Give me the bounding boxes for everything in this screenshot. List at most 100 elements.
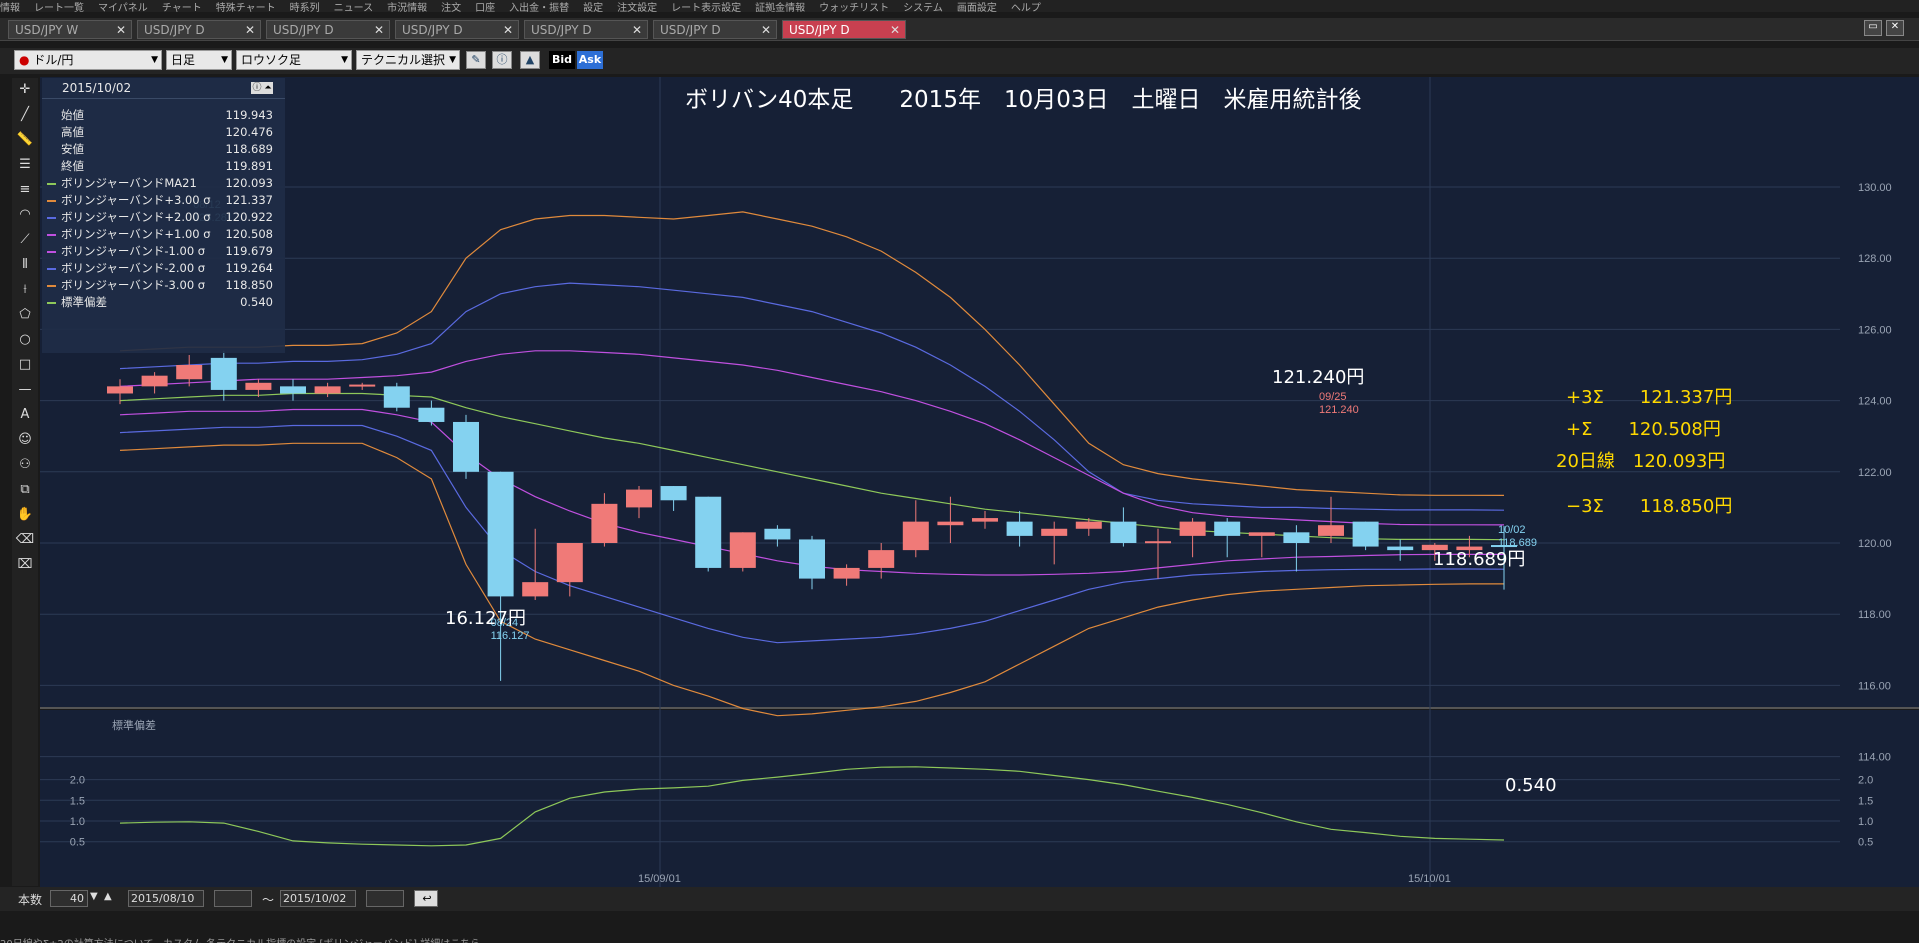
- info-row: ボリンジャーバンド-1.00 σ 119.679: [42, 243, 285, 260]
- chart-tab[interactable]: USD/JPY D ✕: [266, 20, 390, 39]
- candle-body: [522, 582, 549, 597]
- vertical-lines-icon[interactable]: ⦀: [14, 254, 36, 276]
- crosshair-icon[interactable]: ✛: [14, 79, 36, 101]
- chevron-down-icon: ▼: [221, 55, 228, 65]
- info-label: ボリンジャーバンド+1.00 σ: [61, 227, 211, 241]
- hand-icon[interactable]: ✋: [14, 504, 36, 526]
- ohlc-info-panel: 2015/10/02 ⓘ ⏶ 始値 119.943 高値 120.476 安値 118.6…: [42, 78, 285, 353]
- menu-item[interactable]: レート表示設定: [671, 4, 741, 13]
- ruler-icon[interactable]: 📏: [14, 129, 36, 151]
- menu-item[interactable]: 設定: [583, 4, 603, 13]
- close-tab-icon[interactable]: ✕: [116, 21, 126, 39]
- restore-icon[interactable]: ▭: [1864, 20, 1882, 36]
- candle-body: [1075, 521, 1102, 529]
- currency-select[interactable]: ● ドル/円 ▼: [14, 50, 162, 70]
- close-tab-icon[interactable]: ✕: [890, 21, 900, 39]
- horizontal-lines-icon[interactable]: ☰: [14, 154, 36, 176]
- pentagon-icon[interactable]: ⬠: [14, 304, 36, 326]
- info-row: 標準偏差 0.540: [42, 294, 285, 311]
- close-tab-icon[interactable]: ✕: [374, 21, 384, 39]
- period-select[interactable]: 日足 ▼: [166, 50, 232, 70]
- candle-body: [972, 518, 998, 522]
- menu-item[interactable]: 注文: [441, 4, 461, 13]
- gann-icon[interactable]: ⟊: [14, 279, 36, 301]
- trendline-icon[interactable]: ╱: [14, 104, 36, 126]
- chart-area-icon[interactable]: ▲: [520, 51, 540, 69]
- series-color-swatch: [47, 183, 56, 185]
- menu-item[interactable]: ニュース: [334, 4, 374, 13]
- menu-item[interactable]: 特殊チャート: [216, 4, 276, 13]
- menu-item[interactable]: 画面設定: [957, 4, 997, 13]
- menu-item[interactable]: 時系列: [290, 4, 320, 13]
- menu-item[interactable]: 入出金・振替: [509, 4, 569, 13]
- channel-icon[interactable]: ≡: [14, 179, 36, 201]
- copy-icon[interactable]: ⧉: [14, 479, 36, 501]
- series-color-swatch: [47, 268, 56, 270]
- arc-icon[interactable]: ◠: [14, 204, 36, 226]
- eraser-icon[interactable]: ⌫: [14, 529, 36, 551]
- info-label: ボリンジャーバンド+3.00 σ: [61, 193, 211, 207]
- menu-item[interactable]: 注文設定: [617, 4, 657, 13]
- chart-tab[interactable]: USD/JPY D ✕: [653, 20, 777, 39]
- chart-tab[interactable]: USD/JPY D ✕: [524, 20, 648, 39]
- chart-tab[interactable]: USD/JPY W ✕: [8, 20, 132, 39]
- info-value: 120.093: [225, 176, 273, 190]
- sub-y-tick-label: 0.5: [1858, 837, 1873, 849]
- tab-label: USD/JPY D: [660, 23, 721, 37]
- to-time-input[interactable]: [366, 890, 404, 907]
- menu-item[interactable]: システム: [903, 4, 943, 13]
- menu-bar: 情報 レート一覧 マイパネル チャート 特殊チャート 時系列 ニュース 市況情報 注文 口座 入出金…: [0, 0, 1919, 12]
- info-icon[interactable]: ⓘ: [492, 51, 512, 69]
- menu-item[interactable]: 情報: [0, 4, 20, 13]
- price-chart[interactable]: 130.00 128.00 126.00 124.00 122.00 120.00 118.…: [40, 77, 1919, 887]
- count-down-icon[interactable]: ▼: [90, 891, 98, 902]
- menu-item[interactable]: 市況情報: [387, 4, 427, 13]
- from-date-input[interactable]: 2015/08/10: [128, 890, 204, 907]
- to-date-input[interactable]: 2015/10/02: [280, 890, 356, 907]
- text-icon[interactable]: A: [14, 404, 36, 426]
- chart-tab[interactable]: USD/JPY D ✕: [137, 20, 261, 39]
- circle-icon[interactable]: ○: [14, 329, 36, 351]
- close-tab-icon[interactable]: ✕: [503, 21, 513, 39]
- y-tick-label: 120.00: [1858, 538, 1892, 550]
- candle-body: [418, 407, 445, 422]
- candle-body: [210, 357, 237, 390]
- user-icon[interactable]: ⚇: [14, 454, 36, 476]
- refresh-icon[interactable]: ↩: [414, 890, 438, 907]
- from-time-input[interactable]: [214, 890, 252, 907]
- candle-body: [141, 375, 168, 387]
- menu-item[interactable]: ウォッチリスト: [819, 4, 889, 13]
- chart-tab[interactable]: USD/JPY D ✕: [782, 20, 906, 39]
- count-input[interactable]: 40: [50, 890, 88, 907]
- chart-type-select[interactable]: ロウソク足 ▼: [236, 50, 352, 70]
- info-toggle-icon[interactable]: ⓘ ⏶: [251, 82, 273, 94]
- close-window-icon[interactable]: ✕: [1886, 20, 1904, 36]
- candle-body: [1214, 521, 1241, 536]
- bid-button[interactable]: Bid: [549, 51, 575, 69]
- close-tab-icon[interactable]: ✕: [761, 21, 771, 39]
- menu-item[interactable]: 証拠金情報: [755, 4, 805, 13]
- candle-body: [1110, 521, 1137, 543]
- pencil-icon[interactable]: ✎: [466, 51, 486, 69]
- menu-item[interactable]: 口座: [475, 4, 495, 13]
- y-tick-label: 130.00: [1858, 182, 1892, 194]
- ask-button[interactable]: Ask: [577, 51, 603, 69]
- chart-tab[interactable]: USD/JPY D ✕: [395, 20, 519, 39]
- stddev-note: 0.540: [1505, 775, 1557, 796]
- menu-item[interactable]: マイパネル: [98, 4, 148, 13]
- emoji-icon[interactable]: ☺: [14, 429, 36, 451]
- close-tab-icon[interactable]: ✕: [245, 21, 255, 39]
- erase-all-icon[interactable]: ⌧: [14, 554, 36, 576]
- line-icon[interactable]: —: [14, 379, 36, 401]
- menu-item[interactable]: チャート: [162, 4, 202, 13]
- menu-item[interactable]: レート一覧: [34, 4, 84, 13]
- menu-item[interactable]: ヘルプ: [1011, 4, 1041, 13]
- info-row: ボリンジャーバンド+1.00 σ 120.508: [42, 226, 285, 243]
- info-label: ボリンジャーバンド+2.00 σ: [61, 210, 211, 224]
- count-up-icon[interactable]: ▲: [104, 891, 112, 902]
- close-tab-icon[interactable]: ✕: [632, 21, 642, 39]
- sub-y-tick-label: 0.5: [70, 837, 85, 849]
- rectangle-icon[interactable]: □: [14, 354, 36, 376]
- technical-select[interactable]: テクニカル選択 ▼: [356, 50, 460, 70]
- fan-icon[interactable]: ⟋: [14, 229, 36, 251]
